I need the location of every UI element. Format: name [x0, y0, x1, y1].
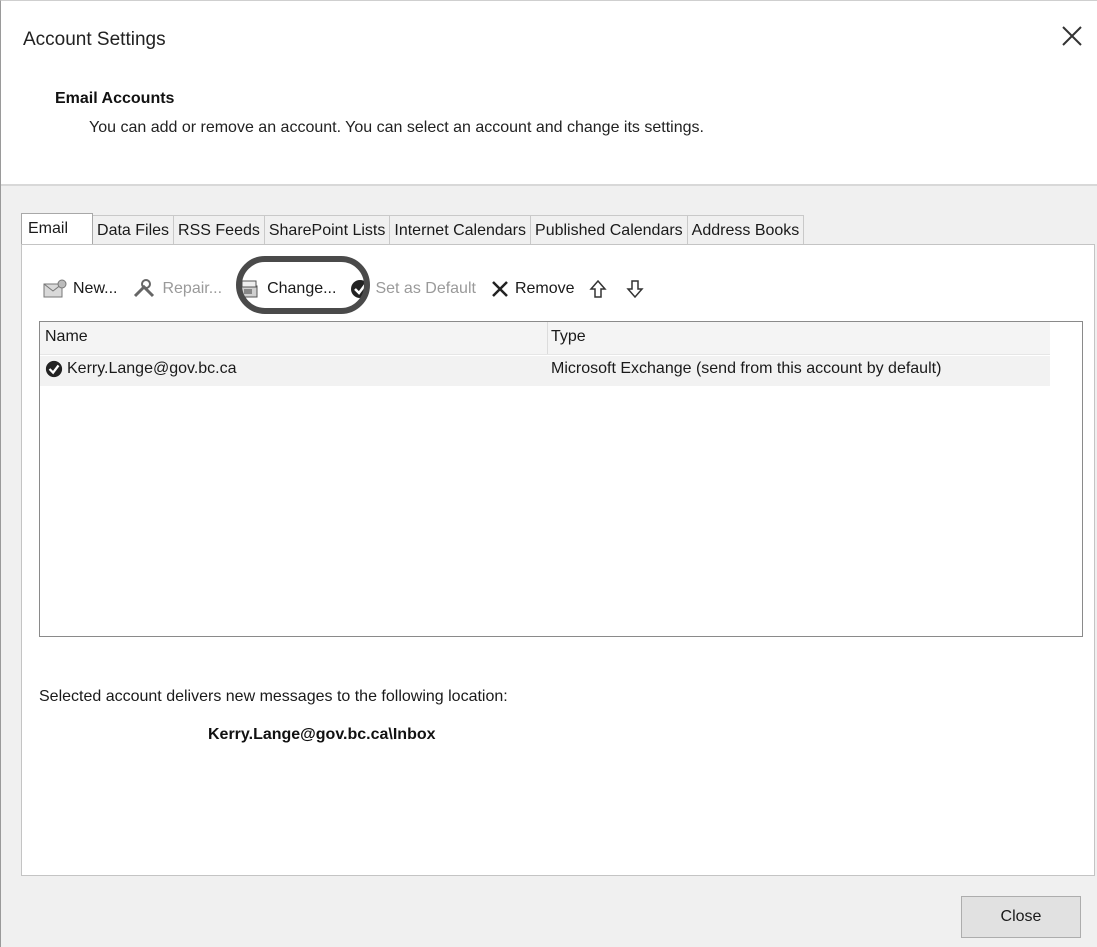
tab-strip: Email Data Files RSS Feeds SharePoint Li… — [21, 213, 805, 245]
remove-button[interactable]: Remove — [490, 279, 575, 299]
change-account-icon — [238, 280, 258, 298]
change-button[interactable]: Change... — [236, 278, 336, 300]
tab-rss-feeds[interactable]: RSS Feeds — [173, 215, 265, 244]
column-divider — [547, 322, 548, 354]
default-account-check-icon — [45, 360, 63, 378]
dialog-header: Account Settings Email Accounts You can … — [1, 1, 1097, 186]
account-settings-dialog: Account Settings Email Accounts You can … — [0, 0, 1097, 947]
email-tab-panel: New... Repair... Change... Set as Defaul… — [21, 244, 1095, 876]
tab-address-books[interactable]: Address Books — [686, 215, 805, 244]
section-description: You can add or remove an account. You ca… — [89, 119, 704, 136]
set-default-button-label: Set as Default — [375, 280, 476, 297]
delivery-label: Selected account delivers new messages t… — [39, 688, 508, 705]
dialog-title: Account Settings — [23, 29, 166, 50]
new-button-label: New... — [73, 280, 118, 297]
column-header-type[interactable]: Type — [551, 328, 586, 346]
list-item[interactable]: Kerry.Lange@gov.bc.ca Microsoft Exchange… — [40, 356, 1050, 386]
set-default-button[interactable]: Set as Default — [350, 279, 476, 299]
close-icon[interactable] — [1057, 21, 1087, 51]
close-button[interactable]: Close — [961, 896, 1081, 938]
checkmark-circle-icon — [351, 280, 370, 298]
remove-x-icon — [492, 281, 508, 297]
change-button-label: Change... — [267, 280, 337, 297]
section-heading: Email Accounts — [55, 90, 175, 107]
tab-published-calendars[interactable]: Published Calendars — [530, 215, 688, 244]
repair-tools-icon — [134, 279, 155, 298]
account-type: Microsoft Exchange (send from this accou… — [551, 360, 942, 377]
move-down-button[interactable] — [625, 279, 649, 299]
account-name: Kerry.Lange@gov.bc.ca — [67, 360, 237, 377]
tab-internet-calendars[interactable]: Internet Calendars — [389, 215, 532, 244]
account-toolbar: New... Repair... Change... Set as Defaul… — [42, 275, 663, 303]
arrow-down-icon — [625, 280, 644, 299]
repair-button[interactable]: Repair... — [131, 278, 222, 300]
arrow-up-icon — [588, 279, 607, 298]
move-up-button[interactable] — [588, 279, 612, 299]
remove-button-label: Remove — [514, 280, 575, 297]
repair-button-label: Repair... — [162, 280, 223, 297]
accounts-list[interactable]: Name Type Kerry.Lange@gov.bc.ca Microsof… — [39, 321, 1083, 637]
column-header-name[interactable]: Name — [45, 328, 88, 346]
tab-email[interactable]: Email — [21, 213, 94, 244]
tab-data-files[interactable]: Data Files — [92, 215, 175, 244]
new-button[interactable]: New... — [42, 278, 117, 300]
list-header: Name Type — [40, 322, 1050, 355]
new-account-icon — [43, 279, 67, 298]
delivery-path: Kerry.Lange@gov.bc.ca\Inbox — [208, 726, 436, 743]
tab-sharepoint-lists[interactable]: SharePoint Lists — [263, 215, 391, 244]
